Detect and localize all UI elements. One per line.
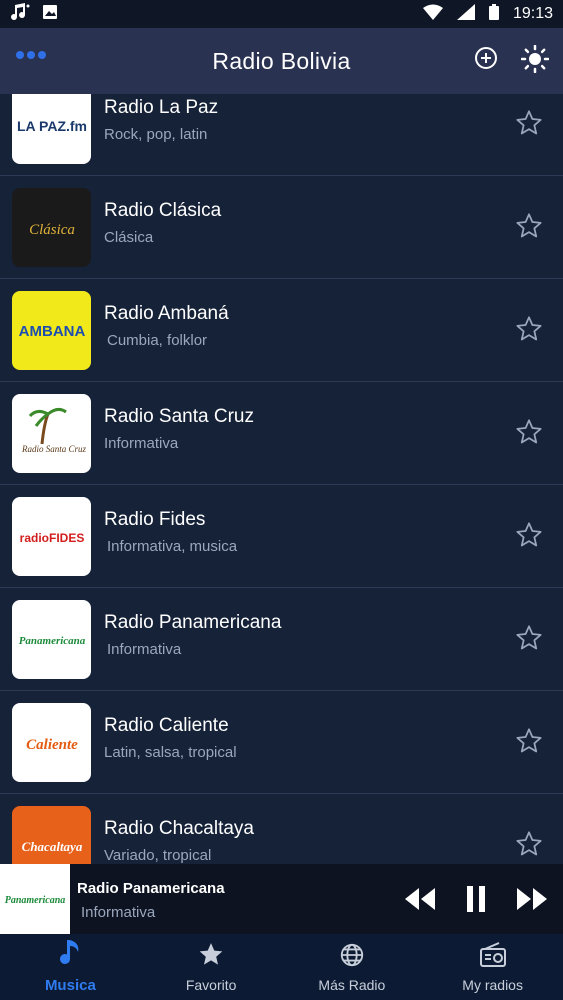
- svg-text:Panamericana: Panamericana: [5, 895, 66, 906]
- station-name: Radio Santa Cruz: [104, 406, 254, 427]
- svg-text:Chacaltaya: Chacaltaya: [22, 839, 83, 854]
- bottom-navigation: Musica Favorito Más Radio My radios: [0, 934, 563, 1000]
- nav-label: My radios: [462, 976, 523, 993]
- nav-label: Más Radio: [318, 976, 386, 993]
- station-list[interactable]: LA PAZ.fm Radio La Paz Rock, pop, latin …: [0, 94, 563, 864]
- svg-text:AMBANA: AMBANA: [19, 323, 86, 340]
- globe-icon: [338, 942, 366, 973]
- station-logo: Caliente: [12, 703, 91, 782]
- station-name: Radio La Paz: [104, 97, 219, 118]
- now-playing-bar[interactable]: Panamericana Radio Panamericana Informat…: [0, 864, 563, 934]
- pause-icon[interactable]: [465, 886, 487, 917]
- favorite-star-icon[interactable]: [515, 521, 543, 554]
- station-logo: LA PAZ.fm: [12, 94, 91, 164]
- radio-icon: [479, 941, 507, 973]
- wifi-icon: [422, 4, 443, 25]
- station-genre: Rock, pop, latin: [104, 126, 208, 143]
- music-note-icon: [10, 2, 30, 26]
- nav-label: Favorito: [185, 976, 237, 993]
- station-genre: Informativa, musica: [107, 538, 238, 555]
- now-playing-subtitle: Informativa: [81, 904, 156, 921]
- station-genre: Clásica: [104, 229, 154, 246]
- station-genre: Cumbia, folklor: [107, 332, 208, 349]
- svg-text:Radio Santa Cruz: Radio Santa Cruz: [21, 444, 87, 454]
- station-name: Radio Ambaná: [104, 303, 229, 324]
- favorite-star-icon[interactable]: [515, 212, 543, 245]
- image-icon: [42, 4, 58, 25]
- fast-forward-icon[interactable]: [517, 888, 547, 915]
- status-bar: 19:13: [0, 0, 563, 28]
- music-note-icon: [58, 940, 82, 973]
- nav-item-my-radios[interactable]: My radios: [422, 934, 563, 1000]
- battery-icon: [488, 3, 499, 25]
- station-logo: Chacaltaya: [12, 806, 91, 864]
- app-bar: Radio Bolivia: [0, 28, 563, 94]
- clock-time: 19:13: [512, 5, 553, 22]
- brightness-icon[interactable]: [520, 44, 550, 78]
- favorite-star-icon[interactable]: [515, 830, 543, 863]
- station-row[interactable]: LA PAZ.fm Radio La Paz Rock, pop, latin: [0, 94, 563, 176]
- favorite-star-icon[interactable]: [515, 109, 543, 142]
- nav-item-musica[interactable]: Musica: [0, 934, 141, 1000]
- station-row[interactable]: AMBANA Radio Ambaná Cumbia, folklor: [0, 279, 563, 382]
- station-row[interactable]: Panamericana Radio Panamericana Informat…: [0, 588, 563, 691]
- station-row[interactable]: Chacaltaya Radio Chacaltaya Variado, tro…: [0, 794, 563, 864]
- station-genre: Informativa: [104, 435, 179, 452]
- station-logo: radioFIDES: [12, 497, 91, 576]
- station-name: Radio Panamericana: [104, 612, 282, 633]
- station-row[interactable]: radioFIDES Radio Fides Informativa, musi…: [0, 485, 563, 588]
- favorite-star-icon[interactable]: [515, 727, 543, 760]
- station-name: Radio Clásica: [104, 200, 222, 221]
- nav-label: Musica: [44, 977, 96, 994]
- station-logo: Clásica: [12, 188, 91, 267]
- station-row[interactable]: Clásica Radio Clásica Clásica: [0, 176, 563, 279]
- nav-item-favorito[interactable]: Favorito: [141, 934, 282, 1000]
- signal-icon: [456, 3, 475, 25]
- favorite-star-icon[interactable]: [515, 624, 543, 657]
- station-name: Radio Chacaltaya: [104, 818, 254, 839]
- station-logo: AMBANA: [12, 291, 91, 370]
- svg-text:Clásica: Clásica: [29, 222, 75, 238]
- svg-text:radioFIDES: radioFIDES: [20, 531, 85, 545]
- favorite-star-icon[interactable]: [515, 418, 543, 451]
- station-name: Radio Caliente: [104, 715, 229, 736]
- favorite-star-icon[interactable]: [515, 315, 543, 348]
- station-row[interactable]: Radio Santa Cruz Radio Santa Cruz Inform…: [0, 382, 563, 485]
- nav-item-mas-radio[interactable]: Más Radio: [282, 934, 423, 1000]
- station-logo: Panamericana: [12, 600, 91, 679]
- station-genre: Latin, salsa, tropical: [104, 744, 237, 761]
- station-genre: Informativa: [107, 641, 182, 658]
- svg-text:Panamericana: Panamericana: [19, 635, 86, 647]
- station-genre: Variado, tropical: [104, 847, 212, 864]
- station-row[interactable]: Caliente Radio Caliente Latin, salsa, tr…: [0, 691, 563, 794]
- station-logo: Radio Santa Cruz: [12, 394, 91, 473]
- add-icon[interactable]: [473, 45, 499, 78]
- now-playing-logo: Panamericana: [0, 864, 70, 934]
- svg-text:LA PAZ.fm: LA PAZ.fm: [17, 118, 87, 134]
- now-playing-title: Radio Panamericana: [77, 880, 225, 897]
- svg-text:Caliente: Caliente: [26, 737, 78, 753]
- station-name: Radio Fides: [104, 509, 206, 530]
- rewind-icon[interactable]: [405, 888, 435, 915]
- star-icon: [197, 942, 225, 973]
